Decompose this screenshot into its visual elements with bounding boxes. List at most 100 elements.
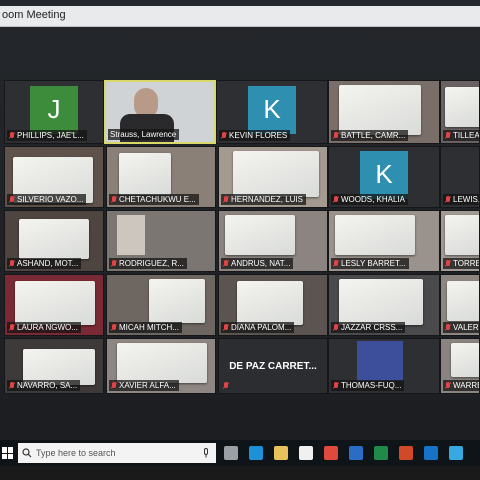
participant-name: NAVARRO, SA... [7, 380, 81, 391]
thank-you-sign [339, 279, 423, 325]
participant-name-text: PHILLIPS, JAE'L... [17, 131, 84, 140]
participant-tile[interactable]: K KEVIN FLORES [216, 80, 328, 144]
participant-name-text: ANDRUS, NAT... [231, 259, 291, 268]
participant-name-text: LESLY BARRET... [341, 259, 406, 268]
muted-mic-icon [9, 259, 15, 268]
participant-name: RODRIGUEZ, R... [109, 258, 187, 269]
thank-you-sign [237, 281, 303, 325]
participant-name-text: DIANA PALOM... [231, 323, 292, 332]
thank-you-sign [19, 219, 89, 259]
participant-tile[interactable]: LESLY BARRET... [328, 210, 440, 272]
chrome-icon[interactable] [324, 446, 338, 460]
thank-you-sign [451, 343, 479, 377]
muted-mic-icon [445, 323, 451, 332]
excel-icon[interactable] [374, 446, 388, 460]
microphone-icon[interactable] [202, 448, 210, 458]
muted-mic-icon [9, 381, 15, 390]
participant-tile[interactable]: BATTLE, CAMR... [328, 80, 440, 144]
search-placeholder: Type here to search [36, 448, 116, 458]
thank-you-sign [339, 85, 421, 135]
participant-name: JAZZAR CRSS... [331, 322, 406, 333]
windows-start-icon[interactable] [2, 447, 14, 459]
muted-mic-icon [333, 381, 339, 390]
participant-name: LAURA NGWO... [7, 322, 81, 333]
edge-alt-icon[interactable] [449, 446, 463, 460]
participant-name-text: WARREN, A [453, 381, 479, 390]
muted-mic-icon [111, 323, 117, 332]
participant-name-text: Strauss, Lawrence [110, 130, 177, 139]
participant-tile[interactable]: HERNANDEZ, LUIS [218, 146, 328, 208]
participant-name-text: THOMAS-FUQ... [341, 381, 402, 390]
title-bar: oom Meeting [0, 6, 480, 27]
participant-name-text: TORRES [453, 259, 479, 268]
muted-mic-icon [223, 323, 229, 332]
participant-name-text: XAVIER ALFA... [119, 381, 176, 390]
thank-you-sign [233, 151, 319, 197]
muted-mic-icon [111, 259, 117, 268]
avatar: J [30, 85, 78, 134]
search-icon [22, 448, 32, 458]
thank-you-sign [119, 153, 171, 195]
outlook-icon[interactable] [424, 446, 438, 460]
participant-tile[interactable]: MICAH MITCH... [106, 274, 216, 336]
participant-tile[interactable]: JAZZAR CRSS... [328, 274, 440, 336]
participant-tile[interactable]: RODRIGUEZ, R... [106, 210, 216, 272]
muted-mic-icon [223, 382, 229, 390]
muted-mic-icon [223, 195, 229, 204]
participant-name: WOODS, KHALIA [331, 194, 409, 205]
participant-name: KEVIN FLORES [219, 130, 291, 141]
file-explorer-icon[interactable] [274, 446, 288, 460]
thank-you-sign [15, 281, 95, 325]
muted-mic-icon [333, 259, 339, 268]
thank-you-sign [149, 279, 205, 323]
muted-mic-icon [445, 259, 451, 268]
participant-name: HERNANDEZ, LUIS [221, 194, 307, 205]
participant-tile[interactable]: ANDRUS, NAT... [218, 210, 328, 272]
participant-name-text: ASHAND, MOT... [17, 259, 79, 268]
participant-name-text: SILVERIO VAZO... [17, 195, 84, 204]
thank-you-sign [117, 343, 207, 383]
participant-tile[interactable]: CHETACHUKWU E... [106, 146, 216, 208]
participant-name: ASHAND, MOT... [7, 258, 82, 269]
word-icon[interactable] [349, 446, 363, 460]
participant-tile[interactable]: THOMAS-FUQ... [328, 338, 440, 394]
participant-name: TILLEAR [443, 130, 479, 141]
participant-name-text: JAZZAR CRSS... [341, 323, 403, 332]
participant-tile-active-speaker[interactable]: Strauss, Lawrence [104, 80, 216, 144]
participant-tile[interactable]: NAVARRO, SA... [4, 338, 104, 394]
edge-icon[interactable] [249, 446, 263, 460]
participant-tile[interactable]: VALERY G [440, 274, 480, 336]
avatar: K [248, 85, 296, 134]
powerpoint-icon[interactable] [399, 446, 413, 460]
participant-tile[interactable]: SILVERIO VAZO... [4, 146, 104, 208]
window-title: oom Meeting [2, 9, 66, 21]
participant-tile[interactable]: TORRES [440, 210, 480, 272]
participant-name: PHILLIPS, JAE'L... [7, 130, 87, 141]
participant-tile[interactable]: TILLEAR [440, 80, 480, 144]
task-view-icon[interactable] [224, 446, 238, 460]
participant-name: BATTLE, CAMR... [331, 130, 409, 141]
participant-name: CHETACHUKWU E... [109, 194, 199, 205]
participant-tile[interactable]: XAVIER ALFA... [106, 338, 216, 394]
store-icon[interactable] [299, 446, 313, 460]
muted-mic-icon [445, 195, 451, 204]
participant-tile[interactable]: LAURA NGWO... [4, 274, 104, 336]
participant-tile[interactable]: DE PAZ CARRET... [218, 338, 328, 394]
windows-taskbar: Type here to search [0, 440, 480, 466]
participant-tile[interactable]: K WOODS, KHALIA [328, 146, 440, 208]
participant-tile[interactable]: J PHILLIPS, JAE'L... [4, 80, 104, 144]
participant-tile[interactable]: WARREN, A [440, 338, 480, 394]
participant-name-text: BATTLE, CAMR... [341, 131, 406, 140]
taskbar-search-box[interactable]: Type here to search [18, 443, 216, 463]
monitor-screen: oom Meeting J PHILLIPS, JAE'L... Strauss… [0, 0, 480, 480]
participant-name: VALERY G [443, 322, 479, 333]
muted-mic-icon [445, 131, 451, 140]
participant-tile[interactable]: DIANA PALOM... [218, 274, 328, 336]
participant-tile[interactable]: ASHAND, MOT... [4, 210, 104, 272]
thank-you-sign [445, 215, 479, 255]
muted-mic-icon [9, 131, 15, 140]
participant-tile[interactable]: LEWIS, D [440, 146, 480, 208]
muted-mic-icon [333, 323, 339, 332]
muted-mic-icon [445, 381, 451, 390]
participant-name-text: MICAH MITCH... [119, 323, 179, 332]
